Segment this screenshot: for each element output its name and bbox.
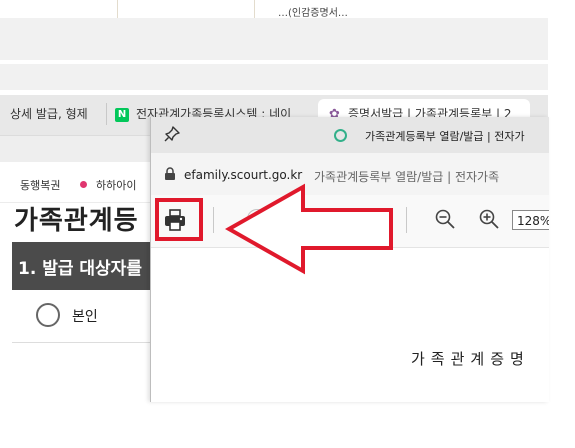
pin-icon[interactable] [163,125,181,143]
tab-separator [106,103,107,125]
browser-chrome [0,64,548,90]
section-title: 1. 발급 대상자를 [18,259,142,279]
toolbar-separator [213,207,214,233]
arrow-annotation [225,183,393,275]
zoom-in-icon[interactable] [478,208,500,230]
naver-icon: N [115,108,129,122]
radio-self[interactable] [36,303,60,327]
lock-icon[interactable] [164,167,176,181]
url-host: efamily.scourt.go.kr [184,168,303,182]
document-title: 가족관계증명 [411,350,530,368]
bookmark-dot-icon [80,181,87,188]
divider [12,342,152,343]
divider [254,0,255,18]
bookmark-1[interactable]: 동행복권 [20,177,60,193]
browser-chrome [0,18,548,60]
section-header: 1. 발급 대상자를 [12,242,152,290]
popup-title-bar: 가족관계등록부 열람/발급 | 전자가 [151,117,549,153]
radio-self-label: 본인 [72,309,98,325]
page-heading: 가족관계등 [14,206,139,236]
zoom-out-icon[interactable] [434,208,456,230]
bookmarks-bar: 동행복권 하하아이 [0,162,160,203]
toolbar-separator [406,207,407,233]
popup-title: 가족관계등록부 열람/발급 | 전자가 [365,130,525,143]
bookmark-2[interactable]: 하하아이 [96,177,136,193]
loading-status-icon [334,129,347,142]
top-strip: …(인감증명서… [0,0,548,19]
divider [117,0,118,18]
tab-1[interactable]: 상세 발급, 형제 [10,105,88,122]
top-fragment: …(인감증명서… [278,8,348,19]
print-button-highlight [155,198,203,241]
zoom-level-input[interactable]: 128% [512,210,549,230]
